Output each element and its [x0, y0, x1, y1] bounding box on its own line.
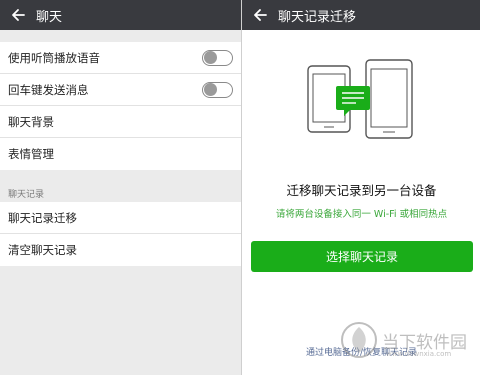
- toggle-knob: [204, 51, 217, 64]
- history-group: 聊天记录迁移 清空聊天记录: [0, 202, 241, 266]
- earpiece-toggle[interactable]: [202, 49, 233, 66]
- setting-chat-background[interactable]: 聊天背景: [0, 106, 241, 138]
- back-button[interactable]: [242, 0, 278, 30]
- page-title: 聊天记录迁移: [278, 9, 357, 25]
- page-title: 聊天: [36, 9, 63, 25]
- history-item-label: 聊天记录迁移: [8, 210, 77, 225]
- back-arrow-icon: [12, 9, 25, 21]
- setting-label: 使用听筒播放语音: [8, 50, 100, 65]
- setting-earpiece-playback[interactable]: 使用听筒播放语音: [0, 42, 241, 74]
- section-label-chat-history: 聊天记录: [0, 184, 241, 202]
- history-item-label: 清空聊天记录: [8, 243, 77, 257]
- enter-send-toggle[interactable]: [202, 81, 233, 98]
- top-bar: 聊天记录迁移: [242, 0, 480, 30]
- select-chat-history-button[interactable]: 选择聊天记录: [251, 241, 473, 272]
- back-arrow-icon: [254, 9, 267, 21]
- top-spacer: [0, 30, 241, 42]
- top-bar: 聊天: [0, 0, 241, 30]
- setting-enter-to-send[interactable]: 回车键发送消息: [0, 74, 241, 106]
- section-gap: [0, 170, 241, 184]
- history-item-clear[interactable]: 清空聊天记录: [0, 234, 241, 266]
- setting-label: 聊天背景: [8, 114, 54, 129]
- settings-group: 使用听筒播放语音 回车键发送消息 聊天背景 表情管理: [0, 42, 241, 170]
- toggle-knob: [204, 83, 217, 96]
- migration-panel: 聊天记录迁移 迁移聊天记录到另一台设备 请将两台设备接入同一 Wi-Fi 或相同…: [241, 0, 480, 375]
- chat-settings-panel: 聊天 使用听筒播放语音 回车键发送消息 聊天背景 表情管理 聊天记录 聊天记录迁…: [0, 0, 241, 375]
- pc-backup-link[interactable]: 通过电脑备份/恢复聊天记录: [242, 345, 480, 358]
- history-item-migrate[interactable]: 聊天记录迁移: [0, 202, 241, 234]
- phones-transfer-illustration: [307, 59, 413, 139]
- wifi-hint: 请将两台设备接入同一 Wi-Fi 或相同热点: [275, 209, 448, 220]
- setting-label: 回车键发送消息: [8, 82, 89, 97]
- setting-sticker-management[interactable]: 表情管理: [0, 138, 241, 170]
- migration-headline: 迁移聊天记录到另一台设备: [286, 183, 437, 198]
- back-button[interactable]: [0, 0, 36, 30]
- setting-label: 表情管理: [8, 147, 54, 161]
